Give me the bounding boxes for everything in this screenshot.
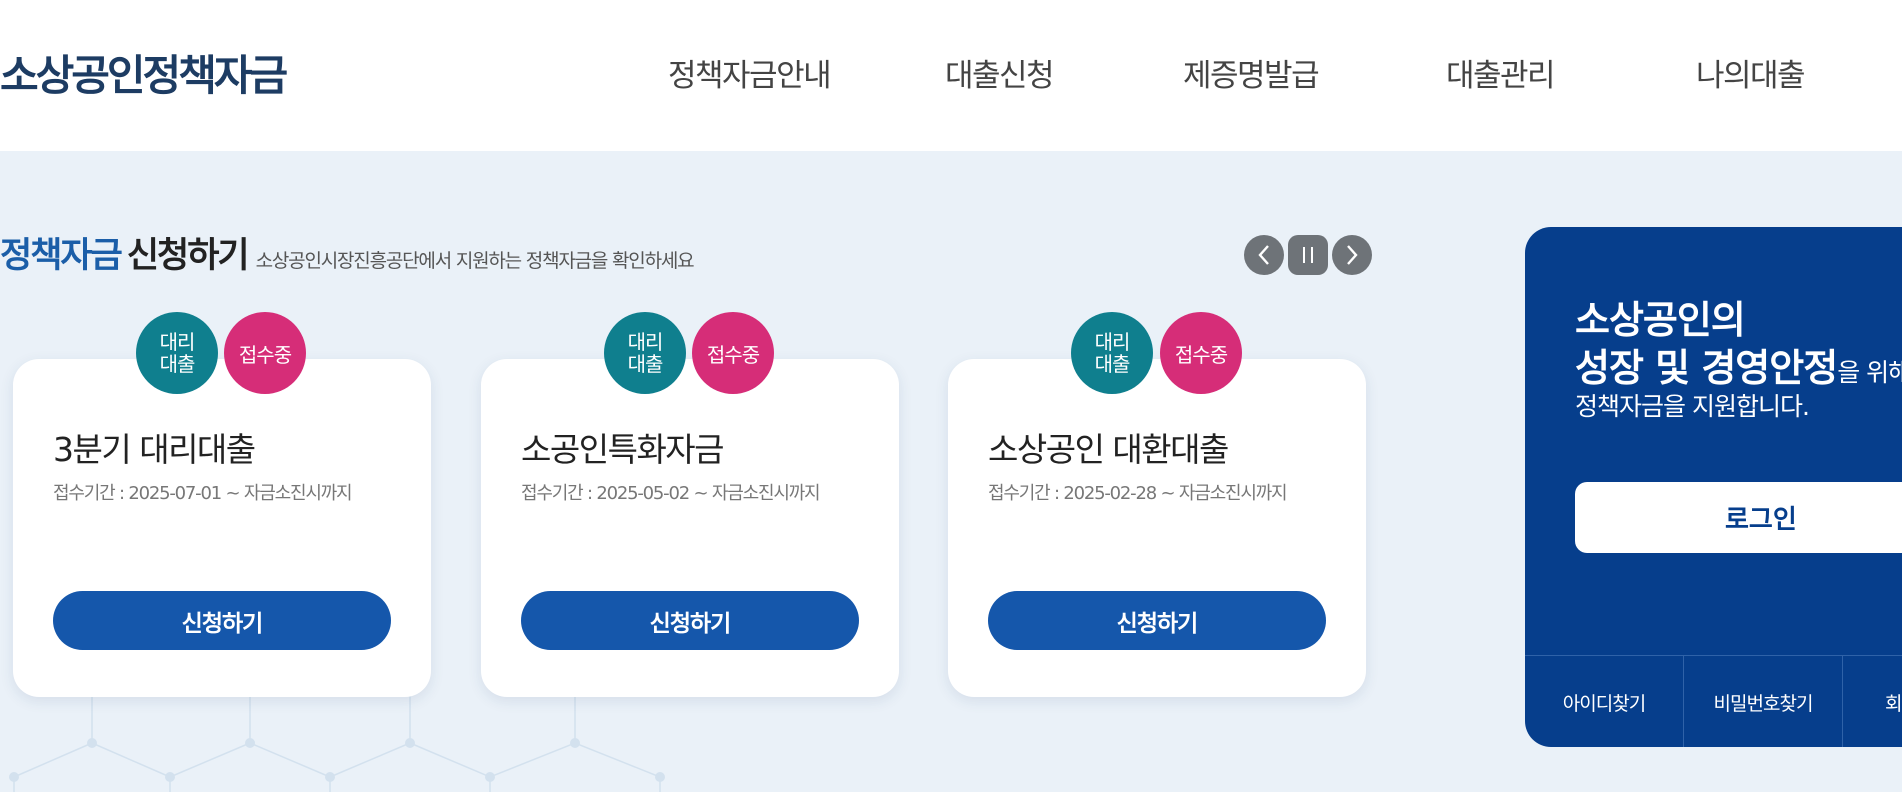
- find-password-link[interactable]: 비밀번호찾기: [1684, 656, 1842, 747]
- login-panel-links: 아이디찾기 비밀번호찾기 회원가입: [1525, 655, 1902, 747]
- loan-type-badge-line: 대리: [627, 330, 664, 354]
- loan-card-title: 3분기 대리대출: [53, 430, 256, 469]
- status-badge: 접수중: [1160, 312, 1242, 394]
- status-badge: 접수중: [224, 312, 306, 394]
- site-header: 소상공인정책자금 정책자금안내 대출신청 제증명발급 대출관리 나의대출: [0, 0, 1902, 151]
- apply-button[interactable]: 신청하기: [988, 591, 1326, 650]
- section-title-highlight: 정책자금: [0, 236, 123, 276]
- login-panel-subline: 정책자금을 지원합니다.: [1575, 392, 1810, 421]
- section-subtitle: 소상공인시장진흥공단에서 지원하는 정책자금을 확인하세요: [255, 250, 695, 272]
- slider-prev-button[interactable]: [1244, 235, 1284, 275]
- loan-card-period: 접수기간 : 2025-02-28 ~ 자금소진시까지: [988, 483, 1288, 504]
- hexagon-pattern-decoration: [9, 681, 665, 792]
- pause-icon: [1303, 247, 1313, 263]
- loan-type-badge: 대리 대출: [1071, 312, 1153, 394]
- loan-type-badge-line: 대리: [1094, 330, 1131, 354]
- chevron-left-icon: [1258, 245, 1269, 265]
- login-button[interactable]: 로그인: [1575, 482, 1902, 553]
- nav-item-my-loans[interactable]: 나의대출: [1696, 50, 1806, 95]
- loan-card: 소상공인 대환대출 접수기간 : 2025-02-28 ~ 자금소진시까지 신청…: [948, 359, 1366, 697]
- loan-type-badge: 대리 대출: [604, 312, 686, 394]
- section-title: 정책자금 신청하기 소상공인시장진흥공단에서 지원하는 정책자금을 확인하세요: [0, 227, 695, 278]
- chevron-right-icon: [1347, 245, 1358, 265]
- loan-type-badge-line: 대리: [159, 330, 196, 354]
- login-panel-headline: 소상공인의: [1575, 298, 1746, 342]
- loan-type-badge-line: 대출: [159, 352, 196, 376]
- login-panel-strong-text: 성장 및 경영안정: [1575, 346, 1838, 390]
- slider-next-button[interactable]: [1332, 235, 1372, 275]
- loan-card: 소공인특화자금 접수기간 : 2025-05-02 ~ 자금소진시까지 신청하기: [481, 359, 899, 697]
- loan-card: 3분기 대리대출 접수기간 : 2025-07-01 ~ 자금소진시까지 신청하…: [13, 359, 431, 697]
- find-id-link[interactable]: 아이디찾기: [1525, 656, 1683, 747]
- login-panel: 소상공인의 성장 및 경영안정을 위해 정책자금을 지원합니다. 로그인 아이디…: [1525, 227, 1902, 747]
- login-panel-rest-text: 을 위해: [1837, 358, 1902, 387]
- slider-pause-button[interactable]: [1288, 235, 1328, 275]
- loan-card-period: 접수기간 : 2025-05-02 ~ 자금소진시까지: [521, 483, 821, 504]
- status-badge: 접수중: [692, 312, 774, 394]
- section-title-rest: 신청하기: [126, 236, 250, 276]
- apply-button[interactable]: 신청하기: [53, 591, 391, 650]
- nav-item-policy-guide[interactable]: 정책자금안내: [668, 50, 832, 95]
- loan-card-title: 소공인특화자금: [521, 430, 725, 469]
- sign-up-link[interactable]: 회원가입: [1843, 656, 1902, 747]
- loan-type-badge-line: 대출: [1094, 352, 1131, 376]
- login-panel-headline-2: 성장 및 경영안정을 위해: [1575, 337, 1902, 392]
- loan-type-badge: 대리 대출: [136, 312, 218, 394]
- nav-item-loan-apply[interactable]: 대출신청: [945, 50, 1055, 95]
- main-nav: 정책자금안내 대출신청 제증명발급 대출관리 나의대출: [0, 50, 1902, 94]
- loan-card-period: 접수기간 : 2025-07-01 ~ 자금소진시까지: [53, 483, 353, 504]
- loan-type-badge-line: 대출: [627, 352, 664, 376]
- apply-button[interactable]: 신청하기: [521, 591, 859, 650]
- nav-item-loan-management[interactable]: 대출관리: [1446, 50, 1556, 95]
- nav-item-certificates[interactable]: 제증명발급: [1183, 50, 1320, 95]
- main-content: 정책자금 신청하기 소상공인시장진흥공단에서 지원하는 정책자금을 확인하세요 3분…: [0, 151, 1902, 792]
- loan-card-title: 소상공인 대환대출: [988, 430, 1229, 469]
